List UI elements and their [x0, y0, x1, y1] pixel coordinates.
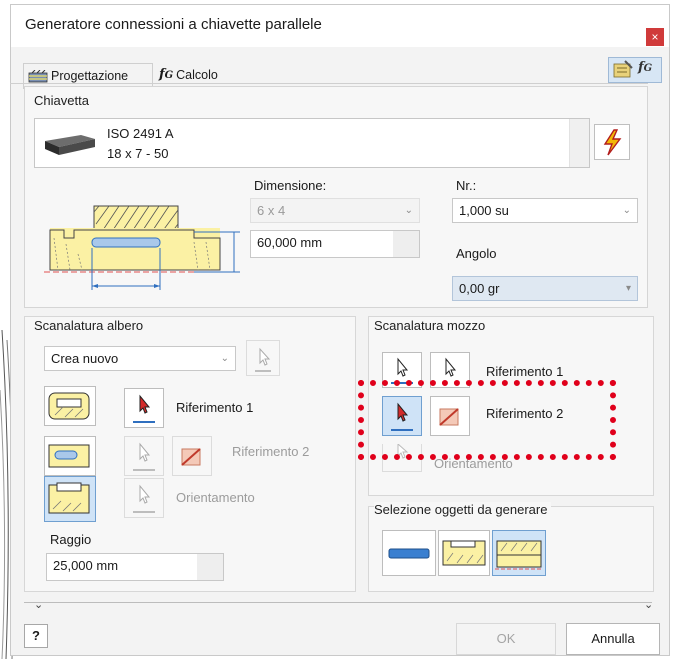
title-bar: Generatore connessioni a chiavette paral… — [11, 5, 669, 47]
fx-calc-icon: fG — [159, 67, 174, 83]
radius-input[interactable]: 25,000 mm — [46, 553, 224, 581]
hub-ref1-label: Riferimento 1 — [486, 364, 564, 379]
ok-button[interactable]: OK — [456, 623, 556, 655]
angle-select[interactable]: 0,00 gr ▾ — [452, 276, 638, 301]
radius-spin-area[interactable] — [197, 554, 223, 580]
generate-shaft-toggle[interactable] — [438, 530, 490, 576]
cancel-button[interactable]: Annulla — [566, 623, 660, 655]
flip-direction-icon — [181, 448, 201, 466]
cursor-arrow-red-icon — [133, 394, 155, 423]
help-button[interactable]: ? — [24, 624, 48, 648]
dimension-label: Dimensione: — [254, 178, 327, 193]
shaft-groove-label: Scanalatura albero — [34, 318, 144, 333]
angle-label: Angolo — [456, 246, 497, 261]
chevron-down-icon: ⌄ — [404, 205, 413, 216]
key-selection-box[interactable]: ISO 2491 A 18 x 7 - 50 — [34, 118, 590, 168]
design-tab-icon — [28, 69, 48, 83]
hub-groove-icon — [495, 540, 543, 570]
shaft-groove-round-icon — [48, 392, 90, 420]
shaft-groove-type-3[interactable] — [44, 476, 96, 522]
expand-divider — [24, 602, 652, 603]
key-group-label: Chiavetta — [34, 93, 89, 108]
shaft-mode-select[interactable]: Crea nuovo ⌄ — [44, 346, 236, 371]
collapse-left-chevron-icon[interactable]: ⌄ — [34, 598, 43, 611]
generate-label: Selezione oggetti da generare — [374, 502, 552, 517]
shaft-ref1-label: Riferimento 1 — [176, 400, 254, 415]
chevron-down-icon: ⌄ — [622, 205, 631, 216]
cursor-arrow-icon — [255, 347, 271, 372]
radius-value: 25,000 mm — [53, 558, 119, 573]
cursor-arrow-icon — [133, 484, 155, 513]
key-list-scrollbar[interactable] — [569, 119, 589, 167]
chevron-down-icon: ▾ — [625, 283, 631, 294]
shaft-groove-type-2[interactable] — [44, 436, 96, 476]
length-spin-area[interactable] — [393, 231, 419, 257]
cursor-arrow-icon — [133, 442, 155, 471]
radius-label: Raggio — [50, 532, 92, 547]
nr-select[interactable]: 1,000 su ⌄ — [452, 198, 638, 223]
window-title: Generatore connessioni a chiavette paral… — [25, 16, 322, 33]
expand-right-chevron-icon[interactable]: ⌄ — [644, 598, 653, 611]
shaft-groove-flat-icon — [48, 444, 90, 468]
shaft-orient-button[interactable] — [124, 478, 164, 518]
tab-progettazione-label: Progettazione — [51, 69, 129, 83]
shaft-ref1-button[interactable] — [124, 388, 164, 428]
chevron-down-icon: ⌄ — [220, 353, 229, 364]
shaft-groove-end-icon — [48, 482, 90, 514]
shaft-ref2-flip-button[interactable] — [172, 436, 212, 476]
nr-value: 1,000 su — [459, 203, 509, 218]
tab-calcolo-label: Calcolo — [176, 68, 218, 82]
tab-strip-line — [10, 83, 648, 84]
shaft-orient-label: Orientamento — [176, 490, 255, 505]
browse-key-button[interactable] — [594, 124, 630, 160]
fx-options-icon: fG — [638, 60, 653, 75]
dimension-value: 6 x 4 — [257, 203, 286, 218]
options-toggle[interactable]: fG — [608, 57, 662, 83]
dimension-select[interactable]: 6 x 4 ⌄ — [250, 198, 420, 223]
shaft-mode-value: Crea nuovo — [51, 351, 119, 366]
key-shape-icon — [388, 548, 430, 559]
shaft-ref2-button[interactable] — [124, 436, 164, 476]
angle-value: 0,00 gr — [459, 281, 500, 296]
key-standard-name: ISO 2491 A — [107, 126, 174, 141]
key-size-text: 18 x 7 - 50 — [107, 146, 169, 161]
highlight-frame — [358, 380, 616, 460]
length-value: 60,000 mm — [257, 235, 323, 250]
key-part-icon — [45, 135, 95, 155]
lightning-icon — [603, 129, 622, 156]
shaft-groove-icon — [442, 540, 486, 566]
shaft-select-button[interactable] — [246, 340, 280, 376]
key-section-preview — [44, 205, 240, 290]
length-input[interactable]: 60,000 mm — [250, 230, 420, 258]
shaft-ref2-label: Riferimento 2 — [232, 444, 310, 459]
close-button[interactable]: × — [646, 28, 664, 46]
settings-icon — [613, 60, 633, 78]
generate-key-toggle[interactable] — [382, 530, 436, 576]
nr-label: Nr.: — [456, 178, 477, 193]
shaft-groove-type-1[interactable] — [44, 386, 96, 426]
generate-hub-toggle[interactable] — [492, 530, 546, 576]
hub-groove-label: Scanalatura mozzo — [374, 318, 486, 333]
